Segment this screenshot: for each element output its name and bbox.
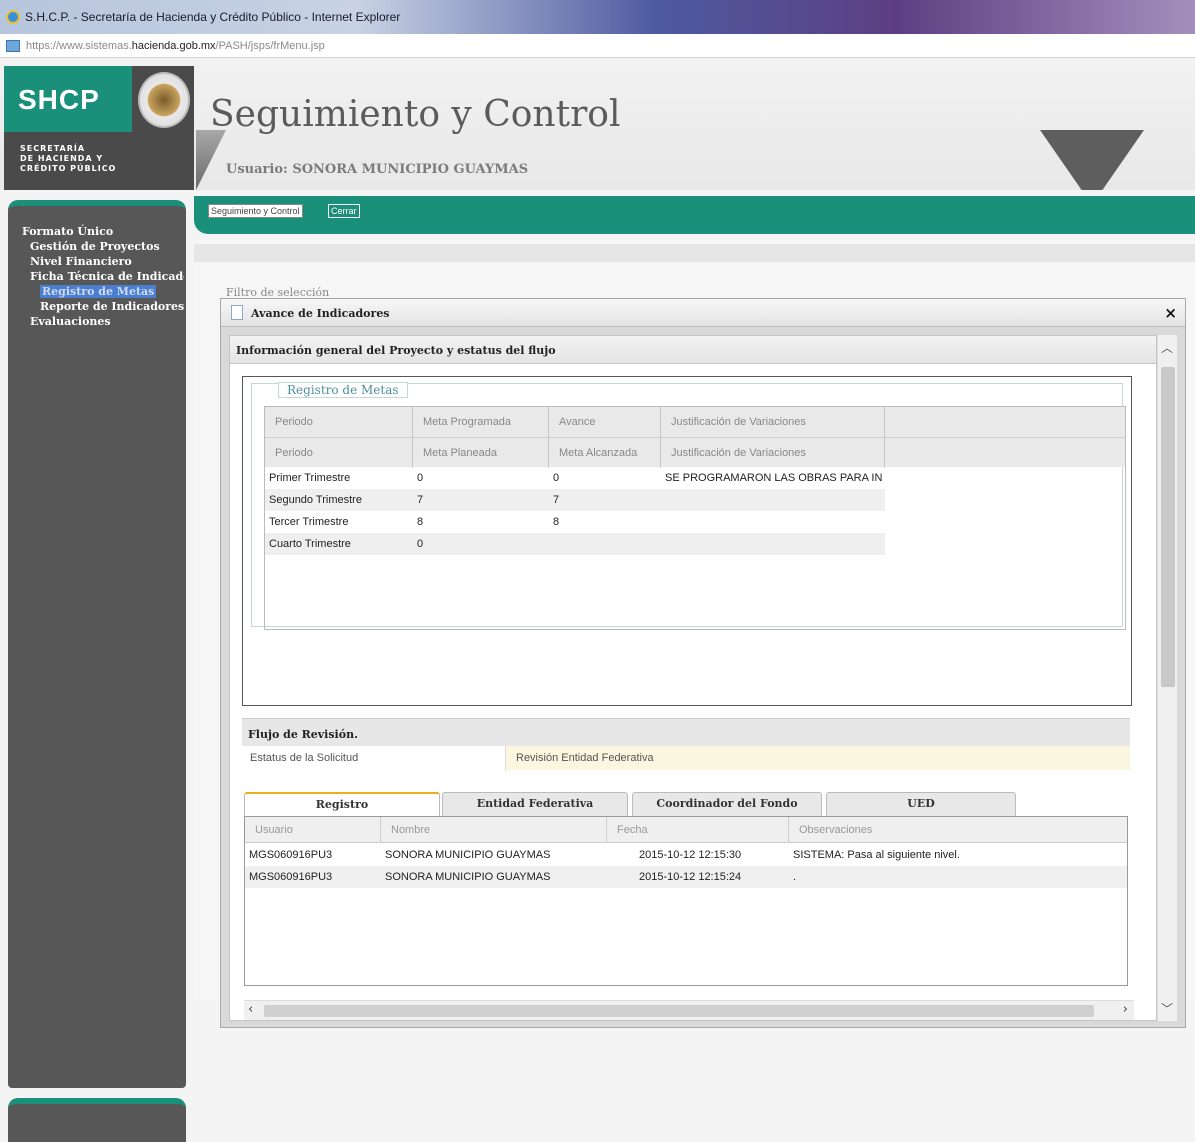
column-header[interactable]: Justificación de Variaciones [661,438,885,468]
metas-legend: Registro de Metas [278,382,408,398]
column-header[interactable]: Nombre [381,817,607,843]
estatus-value: Revisión Entidad Federativa [506,746,1130,770]
registro-grid: Usuario Nombre Fecha Observaciones MGS06… [244,816,1128,986]
menu-ficha-tecnica[interactable]: Ficha Técnica de Indicadores [22,269,184,284]
column-header[interactable]: Meta Alcanzada [549,438,661,468]
estatus-label: Estatus de la Solicitud [242,746,506,770]
avance-indicadores-dialog: Avance de Indicadores × Información gene… [220,298,1186,1028]
close-icon[interactable]: × [1164,304,1177,322]
sidebar-menu: Formato Único Gestión de Proyectos Nivel… [22,224,184,329]
column-header[interactable]: Meta Planeada [413,438,549,468]
grid-header-row: Usuario Nombre Fecha Observaciones [245,817,1127,843]
menu-evaluaciones[interactable]: Evaluaciones [22,314,184,329]
internet-explorer-icon [6,10,20,24]
shcp-logo: SHCP SECRETARÍA DE HACIENDA Y CRÉDITO PÚ… [4,66,194,190]
site-header: SHCP SECRETARÍA DE HACIENDA Y CRÉDITO PÚ… [0,58,1195,190]
flujo-title: Flujo de Revisión. [248,728,358,741]
page-icon [6,39,20,52]
dialog-header: Avance de Indicadores × [221,299,1185,327]
dialog-body: Información general del Proyecto y estat… [229,335,1157,1021]
column-header[interactable]: Usuario [245,817,381,843]
table-row[interactable]: Primer Trimestre 0 0 SE PROGRAMARON LAS … [265,467,885,489]
metas-frame: Registro de Metas Periodo Meta Programad… [242,376,1132,706]
info-bar: Información general del Proyecto y estat… [230,336,1156,364]
grid-header-row: Periodo Meta Programada Avance Justifica… [265,407,1125,437]
scroll-right-icon[interactable]: › [1123,1002,1128,1017]
url-text[interactable]: https://www.sistemas.hacienda.gob.mx/PAS… [26,40,325,52]
table-row[interactable]: Cuarto Trimestre 0 [265,533,885,555]
tab-ued[interactable]: UED [826,792,1016,816]
estatus-row: Estatus de la Solicitud Revisión Entidad… [242,746,1130,770]
tab-coordinador-fondo[interactable]: Coordinador del Fondo [632,792,822,816]
tab-seguimiento[interactable]: Seguimiento y Control [208,204,303,218]
menu-nivel-financiero[interactable]: Nivel Financiero [22,254,184,269]
top-nav-bar: Seguimiento y Control Cerrar [194,196,1195,234]
window-title: S.H.C.P. - Secretaría de Hacienda y Créd… [25,10,401,24]
table-row[interactable]: Tercer Trimestre 8 8 [265,511,885,533]
flujo-tabs: Registro Entidad Federativa Coordinador … [244,792,1134,818]
column-header[interactable]: Fecha [607,817,789,843]
scroll-left-icon[interactable]: ‹ [248,1002,253,1017]
table-row[interactable]: MGS060916PU3 SONORA MUNICIPIO GUAYMAS 20… [245,866,1127,888]
document-icon [231,305,243,320]
column-header[interactable]: Periodo [265,407,413,437]
sidebar-secondary [8,1098,186,1142]
table-row[interactable]: MGS060916PU3 SONORA MUNICIPIO GUAYMAS 20… [245,844,1127,866]
menu-formato-unico[interactable]: Formato Único [22,224,184,239]
metas-grid: Periodo Meta Programada Avance Justifica… [264,406,1126,630]
address-bar[interactable]: https://www.sistemas.hacienda.gob.mx/PAS… [0,34,1195,58]
logo-text: SHCP [18,84,100,115]
window-titlebar: S.H.C.P. - Secretaría de Hacienda y Créd… [0,0,1195,34]
column-header[interactable]: Avance [549,407,661,437]
menu-registro-metas[interactable]: Registro de Metas [40,285,157,298]
tab-entidad-federativa[interactable]: Entidad Federativa [442,792,628,816]
vertical-scrollbar[interactable]: ︿ ﹀ [1157,335,1177,1021]
national-seal-icon [138,72,190,128]
horizontal-scrollbar[interactable]: ‹ › [244,1000,1134,1020]
menu-gestion-proyectos[interactable]: Gestión de Proyectos [22,239,184,254]
dialog-title: Avance de Indicadores [251,307,390,320]
scroll-down-icon[interactable]: ﹀ [1161,1000,1173,1017]
app-title: Seguimiento y Control [210,94,621,135]
menu-reporte-indicadores[interactable]: Reporte de Indicadores [22,299,184,314]
column-header[interactable]: Justificación de Variaciones [661,407,885,437]
grid-header-row: Periodo Meta Planeada Meta Alcanzada Jus… [265,437,1125,468]
flujo-bar: Flujo de Revisión. [242,718,1130,746]
scroll-up-icon[interactable]: ︿ [1161,339,1173,356]
table-row[interactable]: Segundo Trimestre 7 7 [265,489,885,511]
metas-fieldset: Registro de Metas Periodo Meta Programad… [251,382,1126,630]
logo-subtitle: SECRETARÍA DE HACIENDA Y CRÉDITO PÚBLICO [20,144,117,173]
cerrar-button[interactable]: Cerrar [328,204,360,218]
sidebar: Formato Único Gestión de Proyectos Nivel… [8,200,186,1088]
user-info: Usuario: SONORA MUNICIPIO GUAYMAS [226,162,529,177]
column-header[interactable]: Periodo [265,438,413,468]
column-header[interactable]: Observaciones [789,817,1127,843]
tab-registro[interactable]: Registro [244,792,440,818]
column-header[interactable]: Meta Programada [413,407,549,437]
info-title: Información general del Proyecto y estat… [236,344,556,357]
